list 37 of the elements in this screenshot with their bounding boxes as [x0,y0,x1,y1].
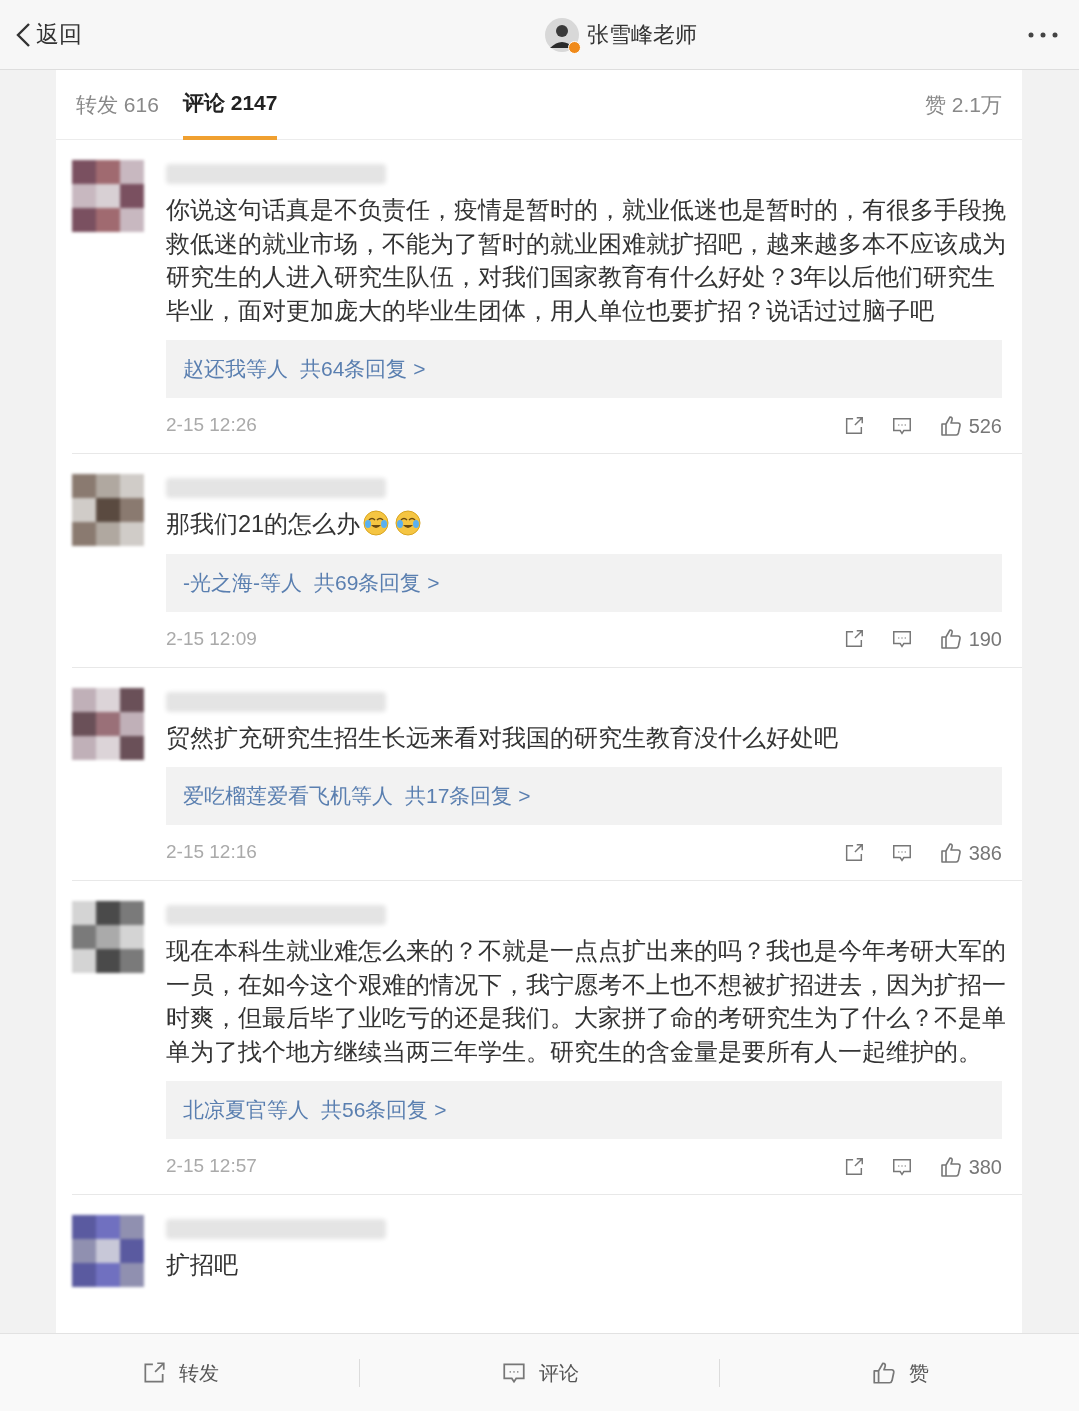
likes-total: 赞 2.1万 [924,91,1002,118]
thumbs-up-icon[interactable] [938,840,963,865]
tab[interactable]: 转发 616 [76,70,159,140]
action-button[interactable]: 转发 [0,1357,359,1388]
action-button[interactable]: 评论 [360,1357,719,1388]
comment-text: 你说这句话真是不负责任，疫情是暂时的，就业低迷也是暂时的，有很多手段挽救低迷的就业市场，不能为了暂时的就业困难就扩招吧，越来越多本不应该成为研究生的人进入研究生队伍，对我们国家教育有什么好处？3年以后他们研究生毕业，面对更加庞大的毕业生团体，用人单位也要扩招？说话过过脑子吧 [166,196,1006,326]
comment-time: 2-15 12:57 [166,1154,258,1179]
emoji-icon [395,510,422,536]
like-count: 386 [968,840,1002,866]
thumbs-up-icon[interactable] [938,413,963,438]
comment-text: 扩招吧 [166,1251,239,1280]
comment-time: 2-15 12:09 [166,626,258,651]
comment-time: 2-15 12:26 [166,413,258,438]
like-count: 526 [968,413,1002,439]
replies-link[interactable]: 赵还我等人 共64条回复 > [166,340,1002,398]
comment-time: 2-15 12:16 [166,840,258,865]
replies-link[interactable]: -光之海-等人 共69条回复 > [166,553,1002,612]
like-count: 380 [968,1154,1002,1180]
back-label: 返回 [36,20,82,50]
replies-link[interactable]: 北凉夏官等人 共56条回复 > [166,1081,1002,1139]
tab[interactable]: 评论 2147 [182,70,278,140]
comment-text: 现在本科生就业难怎么来的？不就是一点点扩出来的吗？我也是今年考研大军的一员，在如今这个艰难的情况下，我宁愿考不上也不想被扩招进去，因为扩招一时爽，但最后毕了业吃亏的还是我们。大家拼了命的考研究生为了什么？不是单单为了找个地方继续当两三年学生。研究生的含金量是要所有人一起维护的。 [166,937,1006,1067]
thumbs-up-icon[interactable] [938,1154,963,1179]
verified-badge-icon [567,40,581,54]
more-icon[interactable] [1027,30,1059,39]
profile-avatar-icon [544,17,579,52]
thumbs-up-icon[interactable] [870,1359,897,1386]
action-button[interactable]: 赞 [720,1357,1079,1388]
replies-link[interactable]: 爱吃榴莲爱看飞机等人 共17条回复 > [166,767,1002,825]
comment-text: 贸然扩充研究生招生长远来看对我国的研究生教育没什么好处吧 [166,723,839,753]
page-title: 张雪峰老师 [586,21,697,49]
like-count: 190 [968,627,1002,652]
comment-icon[interactable] [890,628,913,650]
emoji-icon [363,510,390,536]
back-button[interactable]: 返回 [14,17,214,52]
comment-text: 那我们21的怎么办 [166,508,1006,542]
thumbs-up-icon[interactable] [938,627,963,651]
